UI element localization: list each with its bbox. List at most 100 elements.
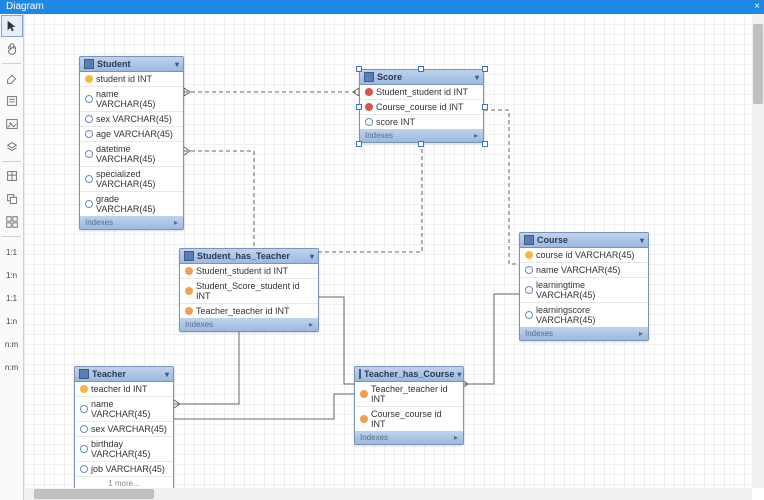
entity-title: Teacher xyxy=(92,369,126,379)
table-icon xyxy=(359,369,361,379)
indexes-section[interactable]: Indexes▸ xyxy=(80,216,183,229)
relation-1-n-a[interactable]: 1:n xyxy=(1,263,23,285)
selection-handle[interactable] xyxy=(356,141,362,147)
selection-handle[interactable] xyxy=(356,66,362,72)
column: student id INT xyxy=(80,72,183,87)
scrollbar-thumb[interactable] xyxy=(753,24,763,104)
entity-header[interactable]: Course ▾ xyxy=(520,233,648,248)
entity-header[interactable]: Teacher ▾ xyxy=(75,367,173,382)
diagram-canvas[interactable]: Student ▾ student id INT name VARCHAR(45… xyxy=(24,14,752,488)
chevron-down-icon[interactable]: ▾ xyxy=(640,236,644,245)
selection-handle[interactable] xyxy=(418,66,424,72)
entity-header[interactable]: Score ▾ xyxy=(360,70,483,85)
chevron-down-icon[interactable]: ▾ xyxy=(457,370,461,379)
column: name VARCHAR(45) xyxy=(75,397,173,422)
column: Course_course id INT xyxy=(360,100,483,115)
selection-handle[interactable] xyxy=(482,104,488,110)
indexes-section[interactable]: Indexes▸ xyxy=(355,431,463,444)
attr-icon xyxy=(525,266,533,274)
pk-icon xyxy=(525,251,533,259)
attr-icon xyxy=(80,445,88,453)
attr-icon xyxy=(85,175,93,183)
table-icon xyxy=(79,369,89,379)
chevron-down-icon[interactable]: ▾ xyxy=(165,370,169,379)
entity-student-has-teacher[interactable]: Student_has_Teacher ▾ Student_student id… xyxy=(179,248,319,332)
entity-teacher[interactable]: Teacher ▾ teacher id INT name VARCHAR(45… xyxy=(74,366,174,488)
table-icon xyxy=(84,59,94,69)
relation-n-m-b[interactable]: n:m xyxy=(1,355,23,377)
column: course id VARCHAR(45) xyxy=(520,248,648,263)
hand-tool[interactable] xyxy=(1,38,23,60)
layer-tool[interactable] xyxy=(1,136,23,158)
tool-palette: 1:1 1:n 1:1 1:n n:m n:m xyxy=(0,14,24,500)
relation-1-n-b[interactable]: 1:n xyxy=(1,309,23,331)
vertical-scrollbar[interactable] xyxy=(752,14,764,488)
attr-icon xyxy=(80,425,88,433)
relation-1-1-a[interactable]: 1:1 xyxy=(1,240,23,262)
pk-icon xyxy=(80,385,88,393)
attr-icon xyxy=(85,130,93,138)
index-icon xyxy=(185,287,193,295)
chevron-down-icon[interactable]: ▾ xyxy=(310,252,314,261)
close-icon[interactable]: × xyxy=(754,0,760,14)
pointer-tool[interactable] xyxy=(1,15,23,37)
horizontal-scrollbar[interactable] xyxy=(24,488,752,500)
chevron-down-icon[interactable]: ▾ xyxy=(475,73,479,82)
window-title: Diagram xyxy=(6,1,44,12)
table-icon xyxy=(364,72,374,82)
column: Teacher_teacher id INT xyxy=(355,382,463,407)
column: age VARCHAR(45) xyxy=(80,127,183,142)
entity-title: Student_has_Teacher xyxy=(197,251,290,261)
arrow-icon: ▸ xyxy=(454,433,458,442)
relation-n-m-a[interactable]: n:m xyxy=(1,332,23,354)
attr-icon xyxy=(365,118,373,126)
column: datetime VARCHAR(45) xyxy=(80,142,183,167)
entity-title: Score xyxy=(377,72,402,82)
more-columns[interactable]: 1 more... xyxy=(75,477,173,488)
indexes-section[interactable]: Indexes▸ xyxy=(180,318,318,331)
column: learningtime VARCHAR(45) xyxy=(520,278,648,303)
entity-header[interactable]: Teacher_has_Course ▾ xyxy=(355,367,463,382)
entity-body: course id VARCHAR(45) name VARCHAR(45) l… xyxy=(520,248,648,327)
eraser-tool[interactable] xyxy=(1,67,23,89)
indexes-section[interactable]: Indexes▸ xyxy=(520,327,648,340)
column: birthday VARCHAR(45) xyxy=(75,437,173,462)
entity-course[interactable]: Course ▾ course id VARCHAR(45) name VARC… xyxy=(519,232,649,341)
note-tool[interactable] xyxy=(1,90,23,112)
fk-icon xyxy=(365,88,373,96)
column: job VARCHAR(45) xyxy=(75,462,173,477)
grid-tool[interactable] xyxy=(1,211,23,233)
column: Student_student id INT xyxy=(360,85,483,100)
selection-handle[interactable] xyxy=(356,104,362,110)
relation-1-1-b[interactable]: 1:1 xyxy=(1,286,23,308)
column: learningscore VARCHAR(45) xyxy=(520,303,648,327)
entity-header[interactable]: Student_has_Teacher ▾ xyxy=(180,249,318,264)
attr-icon xyxy=(85,95,93,103)
entity-body: Teacher_teacher id INT Course_course id … xyxy=(355,382,463,431)
attr-icon xyxy=(80,405,88,413)
chevron-down-icon[interactable]: ▾ xyxy=(175,60,179,69)
canvas-container: Student ▾ student id INT name VARCHAR(45… xyxy=(24,14,752,488)
selection-handle[interactable] xyxy=(482,66,488,72)
entity-score[interactable]: Score ▾ Student_student id INT Course_co… xyxy=(359,69,484,143)
table-icon xyxy=(524,235,534,245)
column: Student_student id INT xyxy=(180,264,318,279)
selection-handle[interactable] xyxy=(418,141,424,147)
arrow-icon: ▸ xyxy=(474,131,478,140)
table-tool[interactable] xyxy=(1,165,23,187)
column: sex VARCHAR(45) xyxy=(75,422,173,437)
column: sex VARCHAR(45) xyxy=(80,112,183,127)
entity-student[interactable]: Student ▾ student id INT name VARCHAR(45… xyxy=(79,56,184,230)
entity-body: student id INT name VARCHAR(45) sex VARC… xyxy=(80,72,183,216)
attr-icon xyxy=(85,200,93,208)
pk-icon xyxy=(85,75,93,83)
entity-header[interactable]: Student ▾ xyxy=(80,57,183,72)
image-tool[interactable] xyxy=(1,113,23,135)
selection-handle[interactable] xyxy=(482,141,488,147)
scrollbar-thumb[interactable] xyxy=(34,489,154,499)
attr-icon xyxy=(85,115,93,123)
arrow-icon: ▸ xyxy=(639,329,643,338)
column: Teacher_teacher id INT xyxy=(180,304,318,318)
copy-tool[interactable] xyxy=(1,188,23,210)
entity-teacher-has-course[interactable]: Teacher_has_Course ▾ Teacher_teacher id … xyxy=(354,366,464,445)
